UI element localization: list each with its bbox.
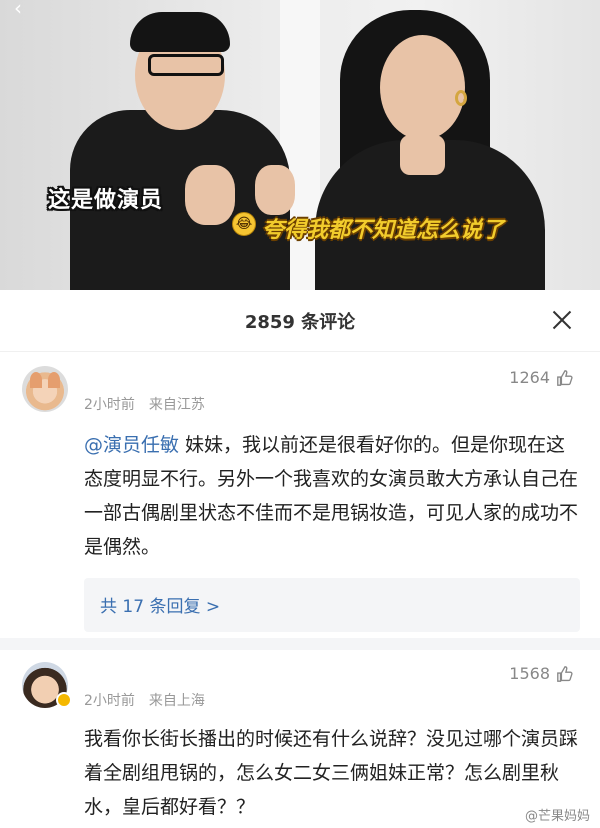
comment-item: 2小时前 来自上海 1568 我看你长街长播出的时候还有什么说辞？没见过哪个演员踩… <box>0 652 600 828</box>
comment-meta: 2小时前 来自江苏 <box>84 394 205 414</box>
mention-link[interactable]: @演员任敏 <box>84 434 179 456</box>
thumbs-up-icon <box>557 665 573 682</box>
glasses-icon <box>148 54 224 76</box>
like-count: 1568 <box>509 664 550 683</box>
video-frame[interactable]: ‹ 这是做演员 😂 夸得我都不知道怎么说了 <box>0 0 600 290</box>
verified-badge-icon <box>56 692 72 708</box>
guest-head <box>380 35 465 140</box>
comment-divider <box>0 638 600 650</box>
comment-time: 2小时前 <box>84 693 135 709</box>
comment-text: 我看你长街长播出的时候还有什么说辞？没见过哪个演员踩着全剧组甩锅的，怎么女二女三… <box>84 728 579 818</box>
view-replies-button[interactable]: 共 17 条回复 > <box>84 578 580 632</box>
like-button[interactable]: 1264 <box>509 368 574 387</box>
comment-meta: 2小时前 来自上海 <box>84 690 205 710</box>
close-icon[interactable] <box>550 308 574 332</box>
thumbs-up-icon <box>557 369 573 386</box>
watermark: @芒果妈妈 <box>524 809 590 824</box>
comment-location: 来自江苏 <box>148 397 205 413</box>
earring-icon <box>455 90 467 106</box>
like-button[interactable]: 1568 <box>509 664 574 683</box>
laugh-emoji-icon: 😂 <box>232 212 256 236</box>
comments-sheet: 2859 条评论 2小时前 来自江苏 1264 @演员任敏 妹妹，我以前还是很看好… <box>0 290 600 828</box>
comment-text: @演员任敏 妹妹，我以前还是很看好你的。但是你现在这态度明显不行。另外一个我喜欢… <box>84 434 579 558</box>
back-icon[interactable]: ‹ <box>14 0 22 20</box>
comment-location: 来自上海 <box>148 693 205 709</box>
avatar[interactable] <box>22 366 68 412</box>
comment-time: 2小时前 <box>84 397 135 413</box>
comment-count-title: 2859 条评论 <box>244 311 356 333</box>
subtitle-left: 这是做演员 <box>48 188 164 213</box>
like-count: 1264 <box>509 368 550 387</box>
subtitle-right: 夸得我都不知道怎么说了 <box>262 218 505 243</box>
host-hand-right <box>255 165 295 215</box>
comment-item: 2小时前 来自江苏 1264 @演员任敏 妹妹，我以前还是很看好你的。但是你现在这… <box>0 352 600 652</box>
guest-neck <box>400 135 445 175</box>
host-hair <box>130 12 230 52</box>
sheet-header: 2859 条评论 <box>0 290 600 352</box>
host-hand <box>185 165 235 225</box>
